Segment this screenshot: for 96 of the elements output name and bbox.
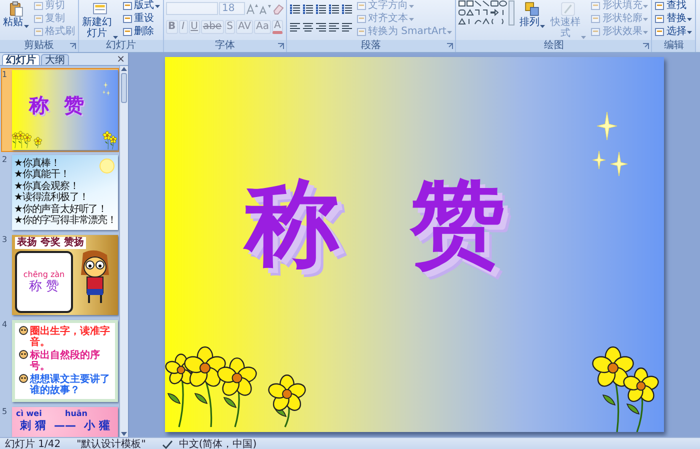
slide-number: 5	[2, 406, 8, 418]
slide-text: 小 獾	[84, 418, 110, 432]
caret-icon	[687, 18, 692, 20]
face-icon	[19, 374, 28, 383]
tool-icon	[655, 27, 666, 37]
caret-icon	[643, 30, 648, 34]
tool-icon	[123, 27, 133, 37]
slide-counter: 幻灯片 1/42	[5, 438, 61, 449]
slide-text: 标出自然段的序号。	[30, 350, 101, 372]
slide-text: ★你真会观察！	[14, 180, 79, 192]
slide-number: 4	[2, 320, 8, 331]
tool-icon	[655, 1, 666, 11]
slide-text: ★你的字写得非常漂亮！	[14, 215, 116, 227]
ribbon-button[interactable]: 查找	[654, 0, 694, 12]
title-character: 称	[28, 94, 49, 117]
slide-number: 2	[2, 154, 8, 166]
tool-icon	[357, 27, 367, 37]
bullets-icon[interactable]	[289, 2, 301, 14]
scroll-thumb[interactable]	[121, 73, 127, 103]
caret-icon	[687, 30, 692, 34]
align-center-icon[interactable]	[302, 20, 314, 32]
slide-thumbnail-slot[interactable]: 1 称 赞	[1, 68, 119, 152]
slide-text: ★读得流利极了！	[14, 192, 88, 204]
caret-icon	[447, 30, 452, 34]
shapes-icon	[524, 1, 540, 17]
ribbon-button[interactable]: 新建幻灯片	[81, 0, 119, 40]
group-label: 段落	[361, 40, 382, 52]
slide-number: 3	[2, 234, 8, 246]
pinyin-text: huān	[65, 408, 88, 419]
pane-tab[interactable]: 大纲	[41, 54, 69, 65]
tool-icon	[123, 14, 133, 24]
dialog-launcher-icon[interactable]	[447, 43, 454, 49]
tool-icon	[34, 14, 44, 24]
slide-text: ★你真棒！	[14, 158, 60, 169]
slide-text: 圈出生字，读准字音。	[30, 326, 111, 348]
slide-text: 表扬 夸奖 赞扬	[15, 236, 86, 249]
group-label: 幻灯片	[106, 40, 136, 52]
tool-icon	[591, 1, 602, 11]
ribbon-button[interactable]: 删除	[122, 26, 161, 38]
slide-text: 想想课文主要讲了谁的故事？	[30, 374, 111, 396]
tool-icon	[34, 1, 44, 11]
face-icon	[19, 350, 28, 359]
tool-icon	[591, 27, 602, 37]
close-button[interactable]: ×	[116, 54, 125, 65]
caret-icon	[24, 25, 29, 28]
ribbon-button[interactable]: 重设	[122, 13, 161, 25]
tool-icon	[591, 14, 602, 24]
align-right-icon[interactable]	[315, 20, 327, 32]
dialog-launcher-icon[interactable]	[278, 43, 284, 49]
dialog-launcher-icon[interactable]	[70, 43, 76, 49]
ribbon-button[interactable]: 排列	[518, 0, 546, 29]
theme-name: "默认设计模板"	[76, 438, 146, 449]
pinyin-text: cì wei	[16, 408, 43, 419]
caret-icon	[643, 18, 648, 20]
tool-icon	[655, 14, 666, 24]
caret-icon	[409, 4, 414, 8]
face-icon	[19, 326, 28, 335]
slide-icon	[92, 1, 108, 17]
caret-icon	[155, 4, 160, 8]
ribbon-button[interactable]: 版式	[122, 0, 161, 12]
align-left-icon[interactable]	[289, 20, 301, 32]
dialog-launcher-icon[interactable]	[643, 43, 650, 49]
slide-thumbnail-slot[interactable]: 5 cì wei huān 刺 猬 —— 小 獾	[1, 404, 119, 437]
tool-icon	[357, 14, 367, 24]
title-character: 赞	[64, 94, 84, 117]
slide-text: ★你真能干！	[14, 169, 70, 180]
ribbon-button[interactable]: 替换	[654, 13, 694, 25]
spell-check-icon[interactable]	[162, 440, 173, 449]
group-label: 绘图	[544, 40, 564, 52]
group-label: 编辑	[664, 40, 684, 52]
title-character: 赞	[410, 172, 505, 276]
group-label: 剪贴板	[24, 40, 54, 52]
caret-icon	[409, 18, 414, 20]
ribbon-button[interactable]: 选择	[654, 26, 694, 38]
slide-thumbnail-slot[interactable]: 3 表扬 夸奖 赞扬 chēng zàn 称 赞	[1, 232, 119, 317]
sparkle-drawing	[101, 82, 113, 97]
slide-thumbnail-slot[interactable]: 4 圈出生字，读准字音。 标出自然段的序号。 想想课文主要讲了谁的故事？	[1, 318, 119, 404]
tool-icon	[123, 1, 133, 11]
slide-number: 1	[2, 70, 8, 81]
shapes-gallery-drawing[interactable]	[458, 0, 516, 26]
slide-text: 刺 猬	[20, 418, 46, 432]
slide-text: ★你的声音太好听了！	[14, 204, 107, 215]
group-label: 字体	[215, 40, 235, 52]
slide-thumbnail-slot[interactable]: 2 ★你真棒！ ★你真能干！ ★你真会观察！ ★读得流利极了！ ★你的声音太好听了！ ★你的字写得非常漂亮！	[1, 152, 119, 232]
caret-icon	[643, 4, 648, 8]
caret-icon	[540, 25, 546, 28]
tool-icon	[34, 27, 44, 37]
pinyin-text: chēng zàn	[23, 270, 65, 279]
tool-icon	[357, 1, 367, 11]
slide-text: 称 赞	[28, 278, 60, 294]
pane-tab[interactable]: 幻灯片	[2, 54, 40, 65]
slide-text: ——	[54, 418, 76, 432]
ribbon-button[interactable]: 粘贴	[2, 0, 30, 29]
language-status[interactable]: 中文(简体，中国)	[178, 438, 257, 449]
sun-icon	[99, 158, 115, 174]
clipboard-icon	[8, 1, 24, 17]
